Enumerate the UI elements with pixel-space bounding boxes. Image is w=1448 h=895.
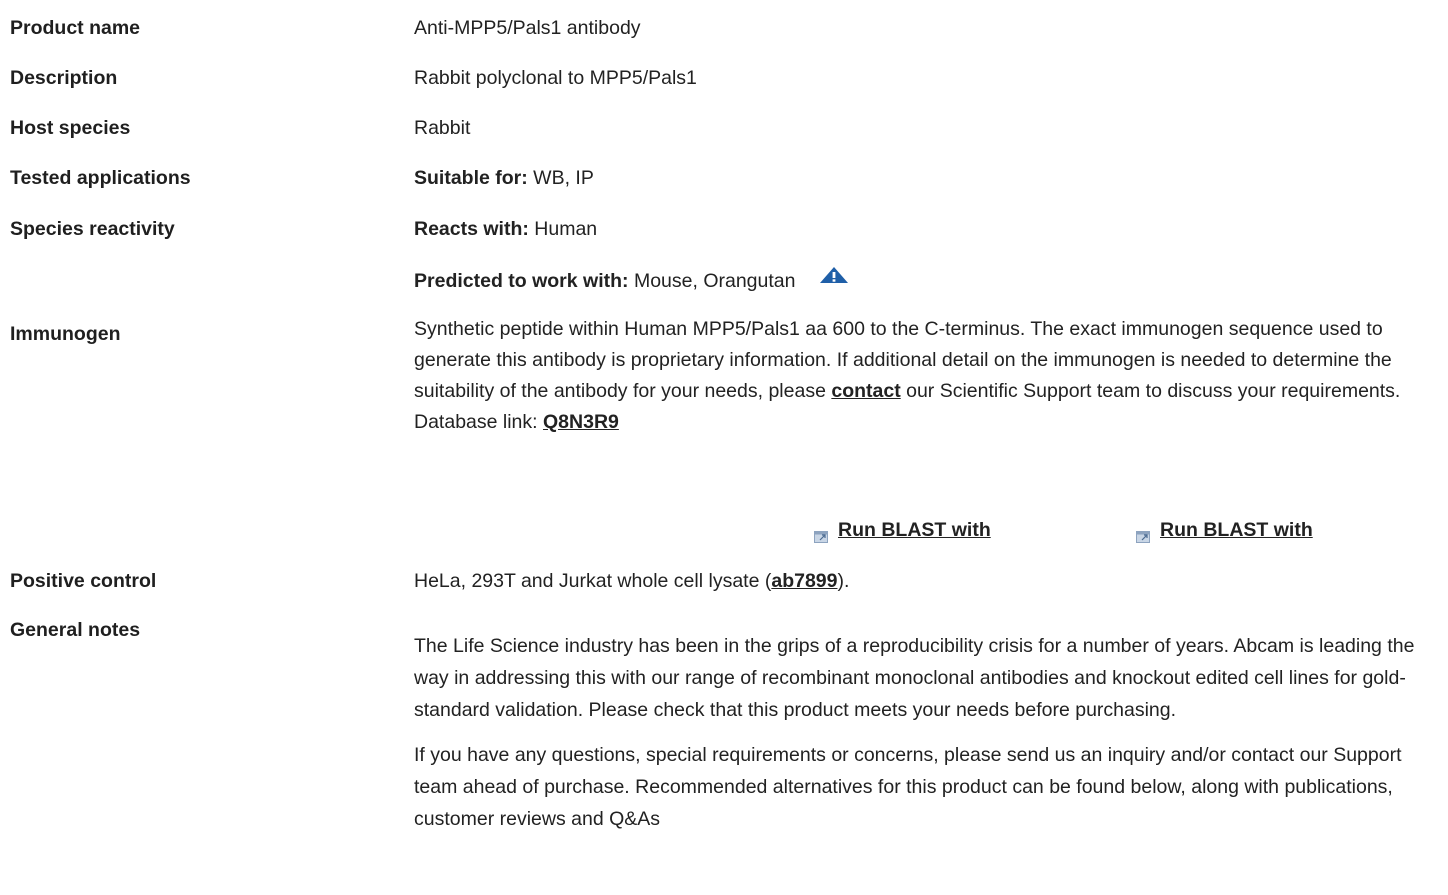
- general-notes-label: General notes: [10, 619, 141, 641]
- warning-triangle-icon[interactable]: [819, 262, 849, 294]
- tested-applications-label: Tested applications: [10, 167, 191, 189]
- immunogen-label: Immunogen: [10, 323, 121, 345]
- predicted-prefix: Predicted to work with:: [414, 270, 629, 292]
- immunogen-value: Synthetic peptide within Human MPP5/Pals…: [414, 314, 1438, 438]
- description-value: Rabbit polyclonal to MPP5/Pals1: [414, 67, 697, 89]
- ab7899-link[interactable]: ab7899: [771, 570, 837, 592]
- external-window-icon: [814, 521, 828, 543]
- contact-link[interactable]: contact: [831, 380, 900, 402]
- database-link-prefix: Database link:: [414, 411, 543, 433]
- suitable-for-prefix: Suitable for:: [414, 167, 528, 189]
- reacts-with-line: Reacts with: Human: [414, 213, 1438, 245]
- run-blast-link-1[interactable]: Run BLAST with: [814, 514, 991, 546]
- host-species-label: Host species: [10, 117, 131, 139]
- general-notes-value: The Life Science industry has been in th…: [414, 630, 1438, 835]
- positive-control-text: HeLa, 293T and Jurkat whole cell lysate …: [414, 570, 772, 592]
- tested-applications-value: Suitable for: WB, IP: [414, 162, 1438, 194]
- description-label: Description: [10, 67, 118, 89]
- species-reactivity-label: Species reactivity: [10, 218, 175, 240]
- external-window-icon: [1136, 521, 1150, 543]
- general-notes-paragraph-1: The Life Science industry has been in th…: [414, 635, 1415, 721]
- reacts-with-value: Human: [528, 218, 598, 240]
- general-notes-paragraph-2: If you have any questions, special requi…: [414, 744, 1402, 830]
- positive-control-suffix: ).: [837, 570, 850, 592]
- run-blast-link-2[interactable]: Run BLAST with: [1136, 514, 1313, 546]
- predicted-line: Predicted to work with: Mouse, Orangutan: [414, 265, 1438, 297]
- positive-control-label: Positive control: [10, 570, 157, 592]
- immunogen-text-end: our Scientific Support team to discuss y…: [900, 380, 1401, 402]
- run-blast-label-1: Run BLAST with: [838, 519, 991, 541]
- applications-list: WB, IP: [527, 167, 594, 189]
- predicted-value: Mouse, Orangutan: [628, 270, 796, 292]
- host-species-value: Rabbit: [414, 117, 471, 139]
- product-name-label: Product name: [10, 17, 141, 39]
- product-name-value: Anti-MPP5/Pals1 antibody: [414, 17, 641, 39]
- positive-control-value: HeLa, 293T and Jurkat whole cell lysate …: [414, 565, 1438, 597]
- run-blast-label-2: Run BLAST with: [1160, 519, 1313, 541]
- database-link[interactable]: Q8N3R9: [543, 411, 619, 433]
- reacts-with-prefix: Reacts with:: [414, 218, 529, 240]
